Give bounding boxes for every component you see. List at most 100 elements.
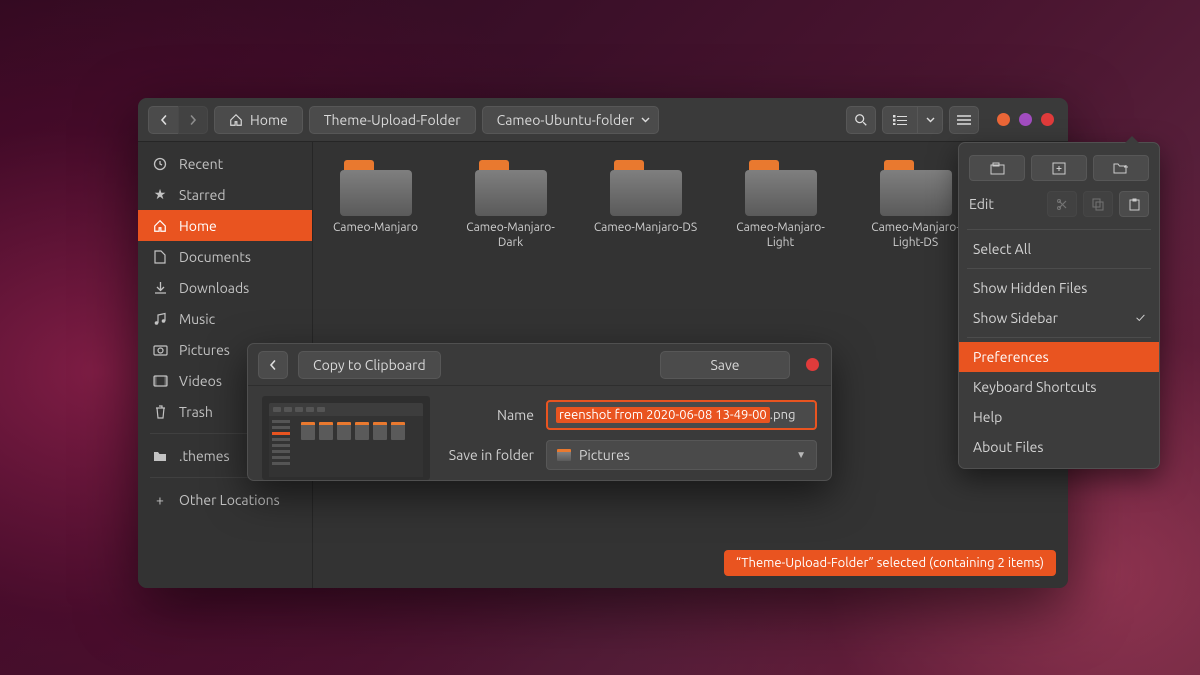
folder-label: Cameo-Manjaro-Light	[728, 220, 833, 250]
folder-grid: Cameo-Manjaro Cameo-Manjaro-Dark Cameo-M…	[323, 154, 1058, 250]
maximize-button[interactable]	[1019, 113, 1032, 126]
folder-item[interactable]: Cameo-Manjaro-Light	[728, 160, 833, 250]
chevron-left-icon	[159, 115, 169, 125]
header-bar: Home Theme-Upload-Folder Cameo-Ubuntu-fo…	[138, 98, 1068, 142]
new-folder-button[interactable]	[1093, 155, 1149, 181]
save-button[interactable]: Save	[660, 351, 790, 379]
view-list-button[interactable]	[882, 106, 917, 134]
list-icon	[893, 115, 907, 125]
trash-icon	[152, 404, 168, 420]
chevron-down-icon	[926, 117, 935, 123]
menu-preferences[interactable]: Preferences	[959, 342, 1159, 372]
menu-about[interactable]: About Files	[959, 432, 1159, 462]
sidebar-item-label: Home	[179, 218, 217, 234]
breadcrumb-home[interactable]: Home	[214, 106, 303, 134]
chevron-right-icon	[188, 115, 198, 125]
camera-icon	[152, 342, 168, 358]
folder-item[interactable]: Cameo-Manjaro	[323, 160, 428, 250]
hamburger-button[interactable]	[949, 106, 979, 134]
breadcrumb-l2[interactable]: Cameo-Ubuntu-folder	[482, 106, 660, 134]
folder-item[interactable]: Cameo-Manjaro-Light-DS	[863, 160, 968, 250]
folder-label: Save in folder	[444, 447, 534, 463]
folder-icon	[745, 160, 817, 216]
paste-button[interactable]	[1119, 191, 1149, 217]
sidebar-item-label: Music	[179, 311, 215, 327]
folder-item[interactable]: Cameo-Manjaro-Dark	[458, 160, 563, 250]
hamburger-icon	[957, 115, 971, 125]
dialog-fields: Name reenshot from 2020-06-08 13-49-00.p…	[444, 396, 817, 480]
view-dropdown-button[interactable]	[917, 106, 943, 134]
sidebar-item-documents[interactable]: Documents	[138, 241, 312, 272]
menu-edit-row: Edit	[959, 187, 1159, 225]
cut-button[interactable]	[1047, 191, 1077, 217]
chevron-left-icon	[268, 360, 278, 370]
breadcrumb-l1-label: Theme-Upload-Folder	[324, 112, 461, 128]
forward-button[interactable]	[178, 106, 208, 134]
sidebar-item-label: Pictures	[179, 342, 230, 358]
new-window-button[interactable]	[1031, 155, 1087, 181]
plus-icon: +	[152, 492, 168, 508]
view-switcher	[882, 106, 943, 134]
folder-label: Cameo-Manjaro-Dark	[458, 220, 563, 250]
nav-group	[148, 106, 208, 134]
new-tab-button[interactable]	[969, 155, 1025, 181]
filename-input[interactable]: reenshot from 2020-06-08 13-49-00.png	[546, 400, 817, 430]
folder-icon	[152, 448, 168, 464]
dialog-back-button[interactable]	[258, 351, 288, 379]
sidebar-item-label: Downloads	[179, 280, 249, 296]
folder-item[interactable]: Cameo-Manjaro-DS	[593, 160, 698, 250]
sidebar-item-music[interactable]: Music	[138, 303, 312, 334]
video-icon	[152, 373, 168, 389]
sidebar-item-starred[interactable]: ★Starred	[138, 179, 312, 210]
folder-icon	[475, 160, 547, 216]
folder-icon	[610, 160, 682, 216]
folder-combo[interactable]: Pictures ▼	[546, 440, 817, 470]
window-controls	[997, 113, 1054, 126]
menu-keyboard-shortcuts[interactable]: Keyboard Shortcuts	[959, 372, 1159, 402]
folder-icon	[557, 449, 571, 461]
chevron-down-icon: ▼	[796, 449, 806, 461]
menu-help[interactable]: Help	[959, 402, 1159, 432]
back-button[interactable]	[148, 106, 178, 134]
menu-edit-label: Edit	[969, 196, 1041, 212]
folder-label: Cameo-Manjaro	[333, 220, 418, 250]
sidebar-item-label: Videos	[179, 373, 222, 389]
clock-icon	[152, 156, 168, 172]
dialog-title: Copy to Clipboard	[298, 351, 441, 379]
music-icon	[152, 311, 168, 327]
menu-hidden-files[interactable]: Show Hidden Files	[959, 273, 1159, 303]
search-button[interactable]	[846, 106, 876, 134]
sidebar-item-home[interactable]: Home	[138, 210, 312, 241]
sidebar-item-recent[interactable]: Recent	[138, 148, 312, 179]
sidebar-item-label: Trash	[179, 404, 213, 420]
home-icon	[229, 113, 243, 127]
sidebar-item-label: Other Locations	[179, 492, 280, 508]
sidebar-item-label: Recent	[179, 156, 223, 172]
search-icon	[854, 113, 868, 127]
name-label: Name	[444, 407, 534, 423]
menu-select-all[interactable]: Select All	[959, 234, 1159, 264]
breadcrumb-l1[interactable]: Theme-Upload-Folder	[309, 106, 476, 134]
minimize-button[interactable]	[997, 113, 1010, 126]
sidebar-item-label: .themes	[179, 448, 230, 464]
dialog-body: Name reenshot from 2020-06-08 13-49-00.p…	[248, 386, 831, 492]
dialog-close-button[interactable]	[806, 358, 819, 371]
breadcrumb-home-label: Home	[250, 112, 288, 128]
folder-icon	[340, 160, 412, 216]
save-dialog: Copy to Clipboard Save Name reenshot fro…	[247, 343, 832, 481]
menu-show-sidebar[interactable]: Show Sidebar✓	[959, 303, 1159, 333]
sidebar-item-label: Documents	[179, 249, 251, 265]
folder-combo-value: Pictures	[579, 447, 630, 463]
copy-button[interactable]	[1083, 191, 1113, 217]
folder-icon	[880, 160, 952, 216]
star-icon: ★	[152, 187, 168, 203]
folder-label: Cameo-Manjaro-Light-DS	[863, 220, 968, 250]
folder-label: Cameo-Manjaro-DS	[594, 220, 697, 250]
sidebar-item-downloads[interactable]: Downloads	[138, 272, 312, 303]
filename-selected-text: reenshot from 2020-06-08 13-49-00	[556, 407, 770, 423]
document-icon	[152, 249, 168, 265]
menu-new-row	[959, 149, 1159, 187]
chevron-down-icon	[641, 117, 650, 123]
status-bar: “Theme-Upload-Folder” selected (containi…	[724, 550, 1056, 576]
close-button[interactable]	[1041, 113, 1054, 126]
